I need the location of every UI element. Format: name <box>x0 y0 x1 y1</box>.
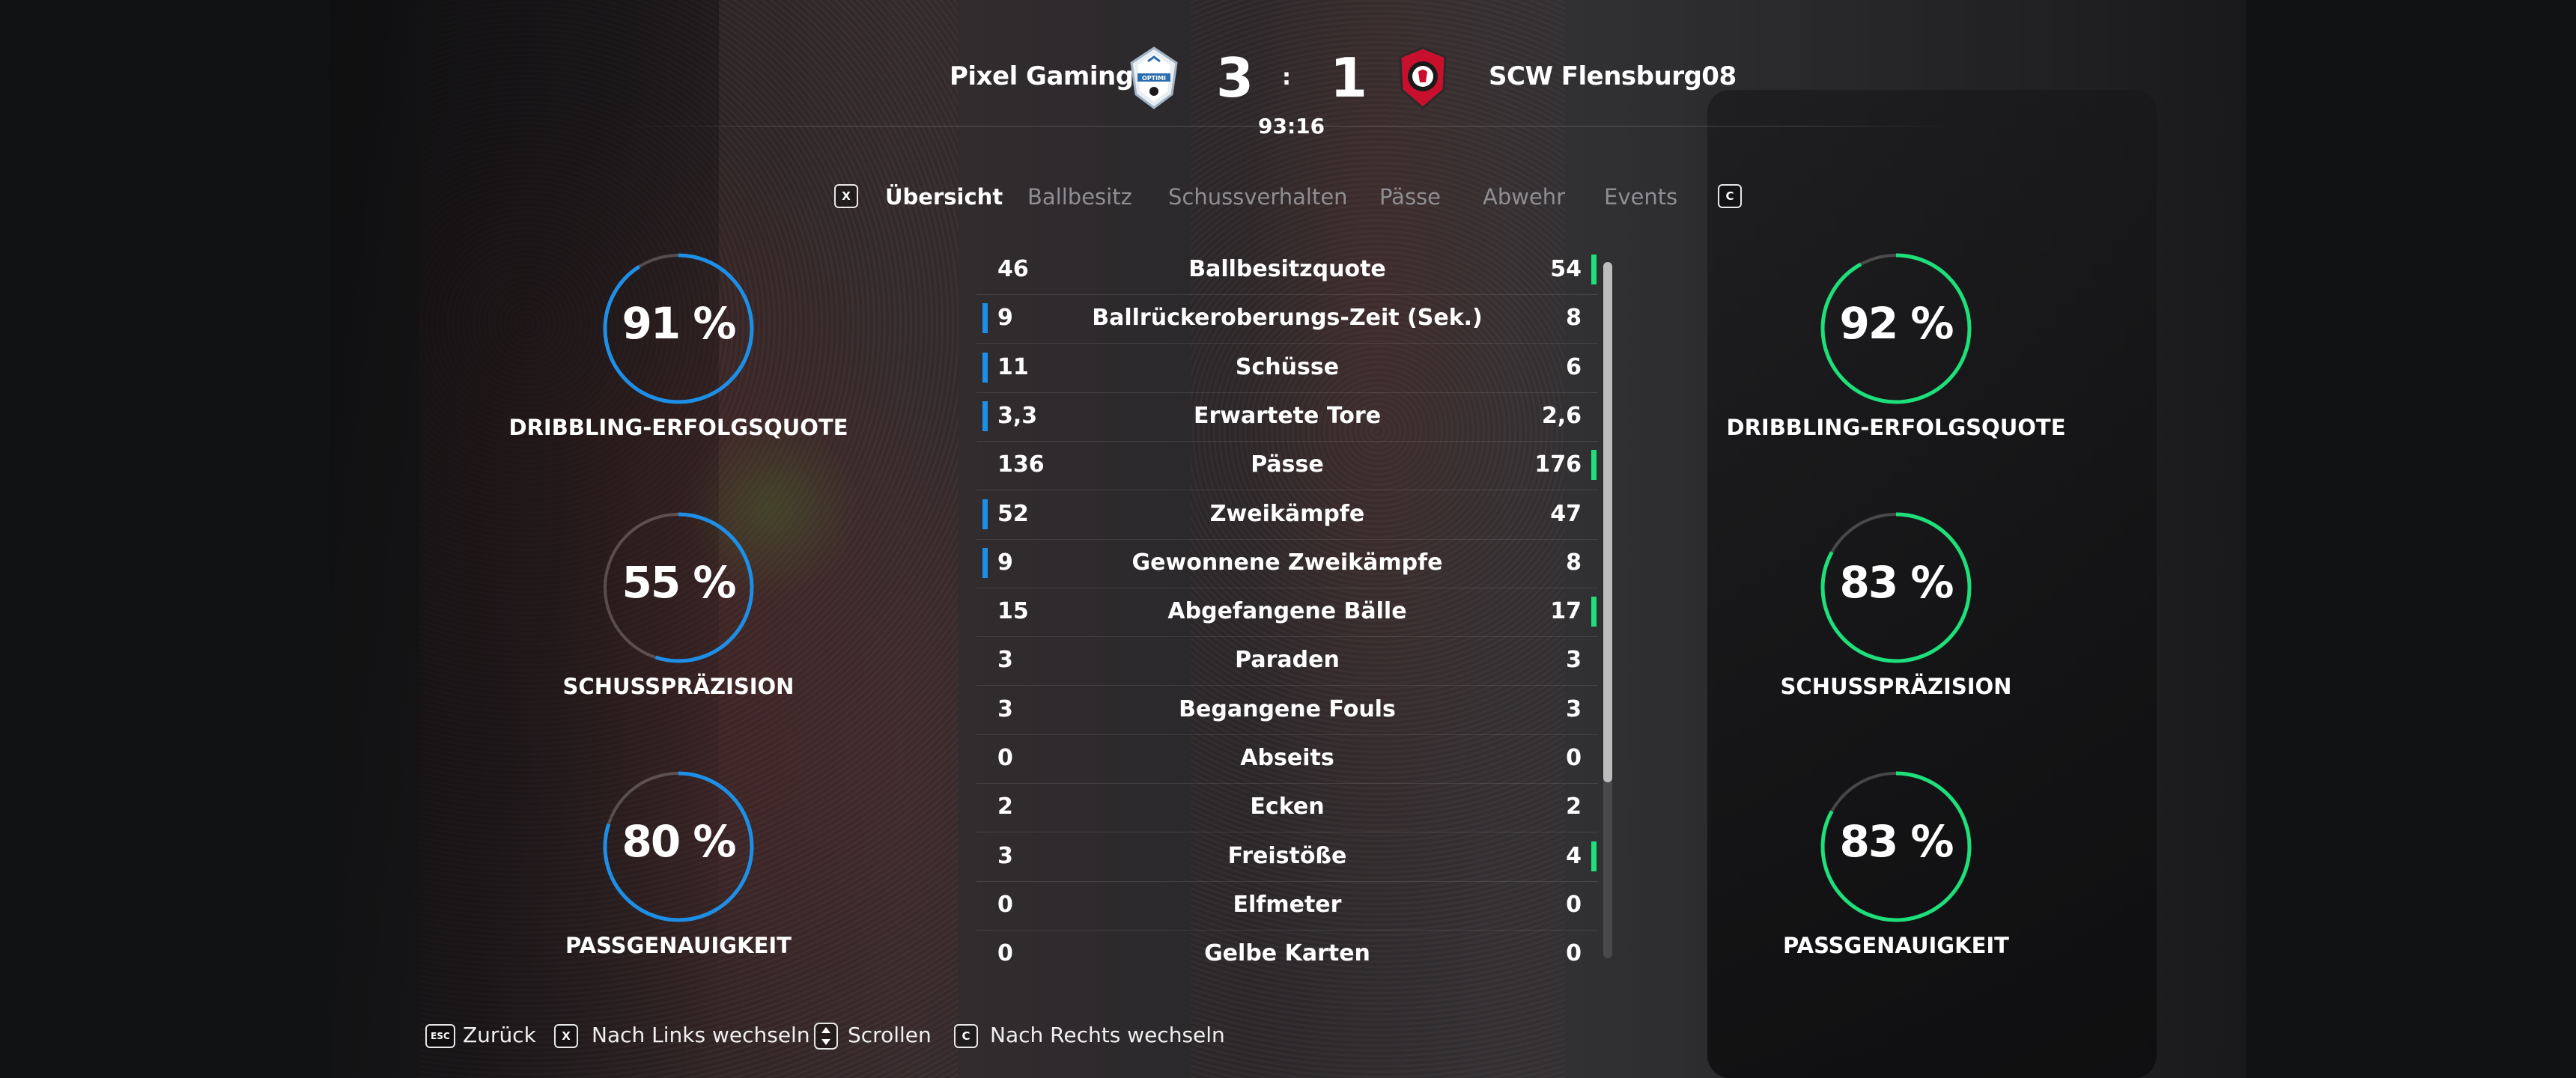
tab-events[interactable]: Events <box>1604 184 1677 210</box>
away-score: 1 <box>1330 46 1368 109</box>
home-team-name: Pixel Gaming <box>950 61 1134 91</box>
stat-away-value: 2 <box>1566 794 1582 820</box>
stat-name: Pässe <box>1251 451 1324 478</box>
home-score: 3 <box>1216 46 1254 109</box>
stat-row: 2 Ecken 2 <box>976 783 1598 833</box>
stat-row: 11 Schüsse 6 <box>976 344 1598 393</box>
gauge-value: 83 % <box>1839 816 1954 867</box>
stat-row: 9 Ballrückeroberungs-Zeit (Sek.) 8 <box>976 294 1598 344</box>
stat-row: 15 Abgefangene Bälle 17 <box>976 588 1598 638</box>
tab-possession[interactable]: Ballbesitz <box>1027 184 1132 210</box>
stat-away-value: 0 <box>1566 891 1582 918</box>
gauge-value: 83 % <box>1839 557 1954 608</box>
away-team-crest-icon <box>1399 46 1447 109</box>
stat-row: 136 Pässe 176 <box>976 441 1598 491</box>
tab-passes[interactable]: Pässe <box>1379 184 1441 210</box>
stat-away-value: 6 <box>1566 353 1582 380</box>
gauge-value: 91 % <box>622 298 736 349</box>
stat-name: Elfmeter <box>1233 891 1342 918</box>
score-separator: : <box>1282 64 1291 91</box>
esc-key-icon[interactable]: ESC <box>425 1024 455 1048</box>
home-team-crest-icon: OPTIMI <box>1130 46 1178 109</box>
stat-away-value: 54 <box>1550 256 1582 282</box>
stat-name: Zweikämpfe <box>1209 500 1365 527</box>
gauge-value: 55 % <box>622 557 736 608</box>
stat-name: Schüsse <box>1235 353 1340 380</box>
stat-row: 0 Abseits 0 <box>976 734 1598 784</box>
stat-row: 3 Paraden 3 <box>976 636 1598 686</box>
stat-name: Ballrückeroberungs-Zeit (Sek.) <box>1092 305 1483 332</box>
stat-away-value: 3 <box>1566 647 1582 674</box>
switch-left-key-icon[interactable]: X <box>554 1024 578 1048</box>
stat-row: 3 Begangene Fouls 3 <box>976 686 1598 735</box>
scroll-label[interactable]: Scrollen <box>848 1023 932 1047</box>
stat-row: 3,3 Erwartete Tore 2,6 <box>976 392 1598 442</box>
stat-away-value: 0 <box>1566 745 1582 771</box>
gauge-value: 80 % <box>622 816 736 867</box>
scroll-stick-icon[interactable] <box>814 1023 838 1050</box>
stat-name: Ecken <box>1250 794 1325 820</box>
home-crest-text: OPTIMI <box>1142 75 1166 82</box>
stat-name: Gelbe Karten <box>1204 940 1370 961</box>
switch-right-key-icon[interactable]: C <box>954 1024 978 1048</box>
stat-away-value: 8 <box>1566 549 1582 576</box>
stats-scrollbar-thumb[interactable] <box>1603 262 1612 782</box>
stat-name: Begangene Fouls <box>1179 695 1396 722</box>
gauge-value: 92 % <box>1839 298 1954 349</box>
back-label[interactable]: Zurück <box>463 1023 536 1047</box>
gauge-label: SCHUSSPRÄZISION <box>562 674 795 699</box>
tab-defense[interactable]: Abwehr <box>1483 184 1565 210</box>
match-clock: 93:16 <box>1258 114 1325 138</box>
stat-name: Ballbesitzquote <box>1188 256 1386 282</box>
stat-name: Gewonnene Zweikämpfe <box>1131 549 1443 576</box>
gauge-label: PASSGENAUIGKEIT <box>565 933 792 958</box>
tab-left-key-icon[interactable]: X <box>834 184 858 208</box>
stats-table[interactable]: 46 Ballbesitzquote 54 9 Ballrückeroberungs-Z… <box>976 246 1598 961</box>
stat-row: 46 Ballbesitzquote 54 <box>976 246 1598 295</box>
gauge-label: DRIBBLING-ERFOLGSQUOTE <box>1726 415 2066 440</box>
switch-right-label[interactable]: Nach Rechts wechseln <box>990 1023 1225 1047</box>
stat-away-value: 4 <box>1566 842 1582 869</box>
stat-row: 52 Zweikämpfe 47 <box>976 490 1598 540</box>
stat-away-value: 47 <box>1550 500 1582 527</box>
stat-away-value: 2,6 <box>1541 402 1582 429</box>
away-team-name: SCW Flensburg08 <box>1489 61 1737 91</box>
stat-away-value: 0 <box>1566 940 1582 961</box>
stat-row: 9 Gewonnene Zweikämpfe 8 <box>976 539 1598 588</box>
stat-row: 3 Freistöße 4 <box>976 832 1598 882</box>
stat-row: 0 Gelbe Karten 0 <box>976 930 1598 961</box>
gauge-label: SCHUSSPRÄZISION <box>1780 674 2012 699</box>
tab-overview[interactable]: Übersicht <box>885 184 1003 210</box>
stat-name: Freistöße <box>1227 842 1347 869</box>
stat-name: Paraden <box>1235 647 1340 674</box>
stat-away-value: 3 <box>1566 695 1582 722</box>
gauge-label: PASSGENAUIGKEIT <box>1783 933 2009 958</box>
gauge-label: DRIBBLING-ERFOLGSQUOTE <box>508 415 848 440</box>
tab-right-key-icon[interactable]: C <box>1718 184 1742 208</box>
stat-away-value: 17 <box>1550 598 1582 625</box>
tab-shooting[interactable]: Schussverhalten <box>1168 184 1348 210</box>
stat-away-value: 176 <box>1534 451 1582 478</box>
stat-name: Abseits <box>1240 745 1334 771</box>
stat-row: 0 Elfmeter 0 <box>976 881 1598 931</box>
stat-away-value: 8 <box>1566 305 1582 332</box>
stat-name: Abgefangene Bälle <box>1167 598 1407 625</box>
switch-left-label[interactable]: Nach Links wechseln <box>592 1023 810 1047</box>
stat-name: Erwartete Tore <box>1193 402 1382 429</box>
